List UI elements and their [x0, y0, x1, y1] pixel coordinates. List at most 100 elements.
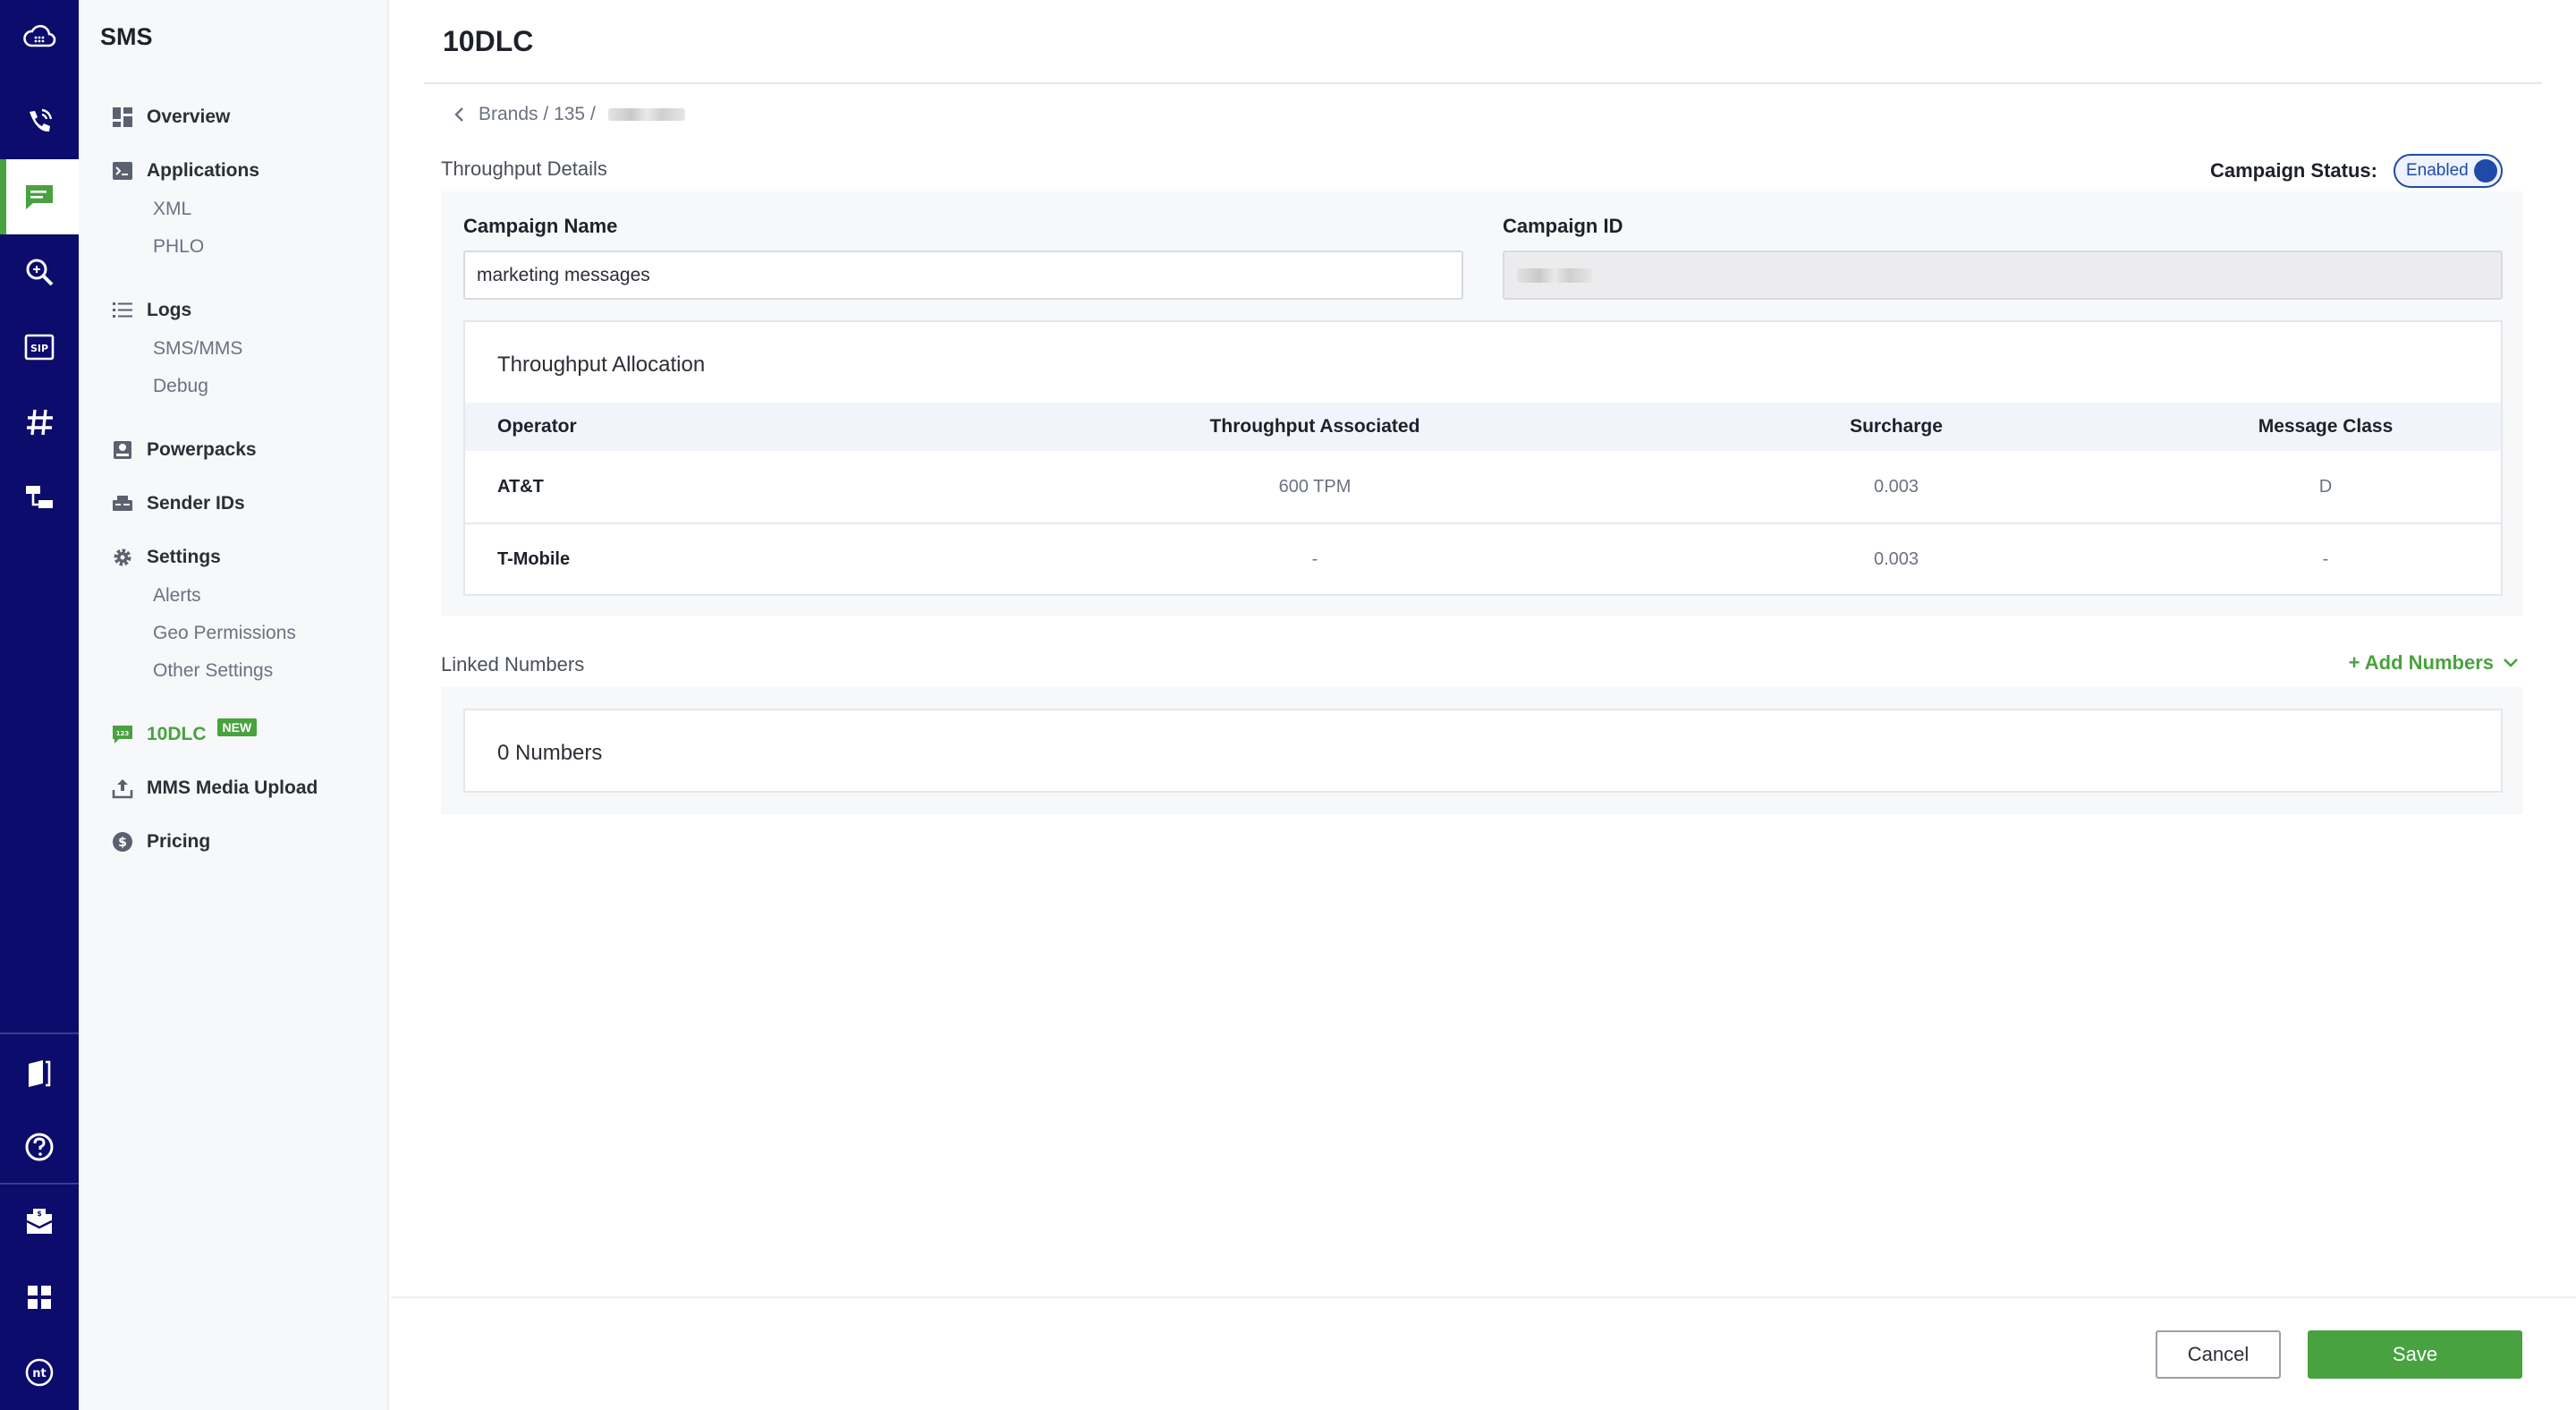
sms-sidebar: SMS Overview Applications XML PHLO Logs … — [79, 0, 389, 1410]
cell-surcharge: 0.003 — [1873, 476, 1919, 497]
terminal-icon — [111, 159, 134, 183]
cell-operator: T-Mobile — [497, 548, 571, 569]
gear-icon — [111, 546, 134, 569]
sidebar-item-label: Overview — [147, 106, 231, 127]
save-button[interactable]: Save — [2308, 1330, 2522, 1379]
cloud-logo-icon[interactable] — [0, 0, 79, 75]
sms-messaging-icon[interactable] — [0, 159, 79, 234]
svg-text:nt: nt — [32, 1367, 46, 1380]
upload-icon — [111, 777, 134, 800]
sidebar-item-settings[interactable]: Settings — [111, 546, 221, 569]
column-header-message-class: Message Class — [2258, 416, 2394, 437]
sidebar-item-applications[interactable]: Applications — [111, 159, 259, 183]
sidebar-title: SMS — [100, 23, 153, 50]
column-header-surcharge: Surcharge — [1850, 416, 1943, 437]
sidebar-item-powerpacks[interactable]: Powerpacks — [111, 438, 257, 462]
sidebar-item-mms-media-upload[interactable]: MMS Media Upload — [111, 777, 318, 800]
sidebar-subitem-debug[interactable]: Debug — [153, 376, 208, 397]
sidebar-subitem-alerts[interactable]: Alerts — [153, 585, 201, 607]
chevron-left-icon[interactable] — [450, 105, 470, 124]
10dlc-chat-icon: 123 — [111, 723, 134, 746]
table-row: T-Mobile - 0.003 - — [465, 522, 2501, 594]
allocation-table-header: Operator Throughput Associated Surcharge… — [465, 403, 2501, 451]
breadcrumb-separator: / — [585, 104, 601, 124]
phone-numbers-hash-icon[interactable] — [0, 385, 79, 460]
campaign-status-label: Campaign Status: — [2209, 159, 2377, 182]
user-avatar-icon[interactable]: nt — [0, 1335, 79, 1410]
phlo-flow-icon[interactable] — [0, 460, 79, 535]
sidebar-item-label: Powerpacks — [147, 439, 257, 460]
sidebar-subitem-other-settings[interactable]: Other Settings — [153, 660, 273, 682]
breadcrumb-brands[interactable]: Brands — [479, 104, 538, 125]
toggle-label: Enabled — [2406, 161, 2469, 180]
list-icon — [111, 299, 134, 322]
column-header-operator: Operator — [497, 416, 577, 437]
sidebar-item-10dlc[interactable]: 123 10DLC NEW — [111, 718, 258, 746]
add-numbers-label: + Add Numbers — [2348, 651, 2494, 674]
campaign-id-field — [1503, 251, 2503, 300]
page-title: 10DLC — [443, 25, 534, 57]
cell-throughput: 600 TPM — [1278, 476, 1352, 497]
linked-numbers-card: 0 Numbers — [463, 709, 2503, 793]
sidebar-item-label: Settings — [147, 547, 221, 567]
dollar-circle-icon: $ — [111, 830, 134, 854]
throughput-details-label: Throughput Details — [441, 157, 607, 180]
cell-throughput: - — [1311, 548, 1318, 569]
breadcrumb-brand-id[interactable]: 135 — [554, 104, 585, 125]
campaign-id-label: Campaign ID — [1503, 215, 1623, 237]
redacted-campaign-crumb — [607, 108, 685, 121]
sidebar-item-label: Logs — [147, 300, 192, 320]
sidebar-subitem-sms-mms[interactable]: SMS/MMS — [153, 338, 242, 360]
sender-id-icon — [111, 492, 134, 515]
billing-envelope-icon[interactable]: $ — [0, 1185, 79, 1260]
sidebar-subitem-phlo[interactable]: PHLO — [153, 236, 204, 258]
breadcrumb-separator: / — [538, 104, 555, 124]
app-icon-rail: SIP $ nt — [0, 0, 79, 1410]
dashboard-icon — [111, 106, 134, 129]
sidebar-item-label: Pricing — [147, 831, 211, 852]
throughput-panel: Campaign Name Campaign ID Throughput All… — [441, 191, 2523, 616]
svg-text:123: 123 — [116, 730, 130, 737]
campaign-status: Campaign Status: Enabled — [2210, 154, 2503, 188]
sidebar-item-label: Sender IDs — [147, 493, 245, 514]
cell-surcharge: 0.003 — [1873, 548, 1919, 569]
apps-grid-icon[interactable] — [0, 1260, 79, 1335]
toggle-knob — [2474, 159, 2497, 183]
rail-divider — [0, 1032, 79, 1034]
chevron-down-icon — [2504, 658, 2518, 667]
column-header-throughput: Throughput Associated — [1209, 416, 1420, 437]
campaign-name-label: Campaign Name — [463, 215, 618, 237]
cell-operator: AT&T — [497, 476, 544, 497]
cell-message-class: D — [2318, 476, 2333, 497]
sidebar-item-label: MMS Media Upload — [147, 777, 318, 798]
svg-text:SIP: SIP — [30, 343, 48, 354]
sidebar-item-label: Applications — [147, 160, 260, 181]
throughput-allocation-title: Throughput Allocation — [497, 352, 706, 377]
cancel-button[interactable]: Cancel — [2156, 1330, 2281, 1379]
help-question-icon[interactable] — [0, 1109, 79, 1185]
sidebar-subitem-geo-permissions[interactable]: Geo Permissions — [153, 623, 296, 644]
numbers-count: 0 Numbers — [497, 741, 603, 765]
cell-message-class: - — [2322, 548, 2329, 569]
sidebar-item-overview[interactable]: Overview — [111, 106, 230, 129]
documentation-book-icon[interactable] — [0, 1036, 79, 1111]
linked-numbers-panel: 0 Numbers — [441, 687, 2523, 814]
breadcrumb: Brands / 135 / — [450, 104, 685, 125]
sip-trunking-icon[interactable]: SIP — [0, 310, 79, 385]
sidebar-item-sender-ids[interactable]: Sender IDs — [111, 492, 245, 515]
voice-call-icon[interactable] — [0, 84, 79, 159]
powerpack-icon — [111, 438, 134, 462]
redacted-campaign-id — [1517, 268, 1592, 283]
sidebar-item-logs[interactable]: Logs — [111, 299, 191, 322]
lookup-search-icon[interactable] — [0, 234, 79, 310]
table-row: AT&T 600 TPM 0.003 D — [465, 451, 2501, 522]
sidebar-item-pricing[interactable]: $ Pricing — [111, 830, 210, 854]
svg-text:$: $ — [118, 836, 127, 850]
sidebar-subitem-xml[interactable]: XML — [153, 199, 191, 220]
campaign-name-input[interactable] — [463, 251, 1463, 300]
svg-text:$: $ — [37, 1210, 42, 1218]
new-badge: NEW — [216, 718, 258, 736]
campaign-status-toggle[interactable]: Enabled — [2394, 154, 2503, 188]
throughput-allocation-card: Throughput Allocation Operator Throughpu… — [463, 320, 2503, 596]
add-numbers-button[interactable]: + Add Numbers — [2349, 651, 2521, 675]
